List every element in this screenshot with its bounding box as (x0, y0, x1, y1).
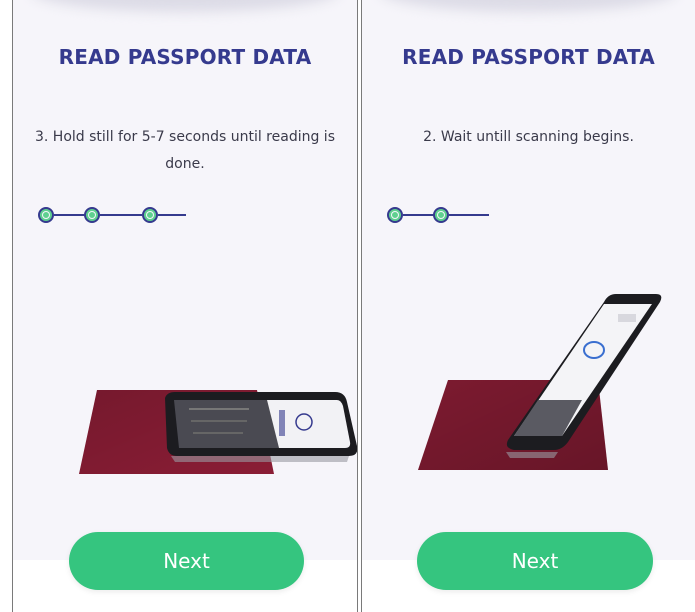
page-title: READ PASSPORT DATA (58, 45, 312, 69)
smartphone-icon (165, 392, 357, 462)
step-1-dot (38, 207, 54, 223)
header-shadow (31, 0, 339, 12)
screen-step-3: READ PASSPORT DATA 3. Hold still for 5-7… (12, 0, 358, 612)
step-connector (449, 214, 489, 216)
step-2-dot (433, 207, 449, 223)
next-button[interactable]: Next (417, 532, 653, 590)
instruction-text: 2. Wait untill scanning begins. (423, 129, 634, 144)
step-3-dot (142, 207, 158, 223)
passport-phone-illustration (418, 294, 662, 470)
page-title: READ PASSPORT DATA (402, 45, 655, 69)
header-shadow (380, 0, 677, 12)
step-connector (158, 214, 186, 216)
step-1-dot (387, 207, 403, 223)
instruction-text: 3. Hold still for 5-7 seconds until read… (35, 129, 335, 172)
step-connector (100, 214, 142, 216)
screen-step-2: READ PASSPORT DATA 2. Wait untill scanni… (361, 0, 695, 612)
next-button[interactable]: Next (69, 532, 304, 590)
step-2-dot (84, 207, 100, 223)
passport-phone-illustration (79, 390, 357, 474)
